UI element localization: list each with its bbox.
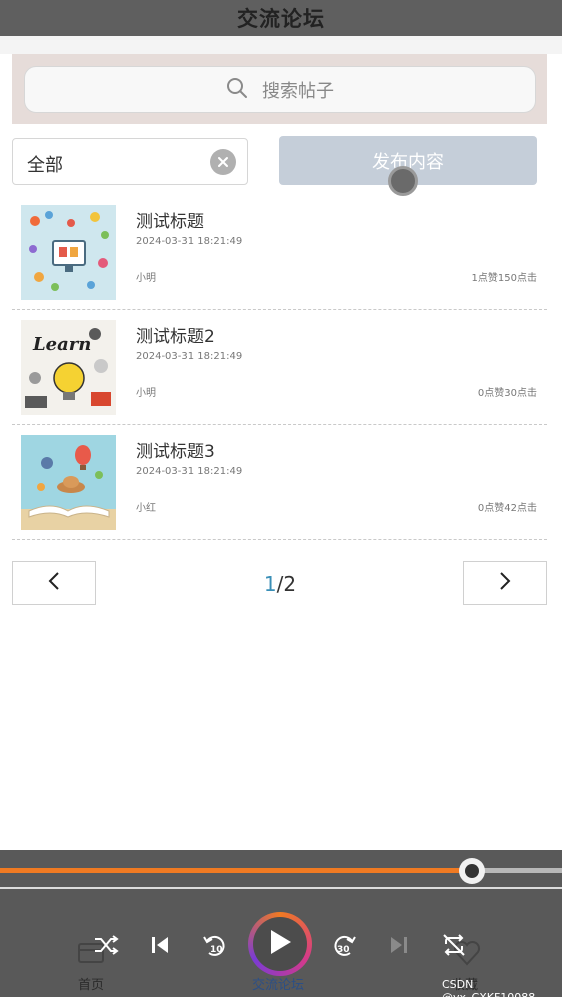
category-select[interactable]: 全部 <box>12 138 248 185</box>
header-strip <box>0 36 562 54</box>
svg-text:10: 10 <box>210 945 223 955</box>
post-stats: 0点赞42点击 <box>477 503 537 514</box>
post-title[interactable]: 测试标题2 <box>136 322 215 347</box>
post-title[interactable]: 测试标题3 <box>136 437 215 462</box>
post-thumbnail[interactable] <box>21 435 116 530</box>
shuffle-icon[interactable] <box>91 930 121 960</box>
overlay-divider <box>0 887 562 889</box>
post-stats: 1点赞150点击 <box>471 273 537 284</box>
nav-forum[interactable]: 交流论坛 <box>252 974 304 993</box>
post-stats: 0点赞30点击 <box>477 388 537 399</box>
current-page: 1 <box>263 572 277 596</box>
chevron-right-icon <box>498 570 512 596</box>
rewind-10-icon[interactable]: 10 <box>200 930 230 960</box>
post-title[interactable]: 测试标题 <box>136 207 204 232</box>
skip-previous-icon[interactable] <box>145 930 175 960</box>
clear-icon[interactable] <box>210 149 236 175</box>
post-thumbnail[interactable] <box>21 205 116 300</box>
search-icon <box>226 77 248 103</box>
skip-next-icon[interactable] <box>384 930 414 960</box>
total-pages: /2 <box>276 572 297 596</box>
chevron-left-icon <box>47 570 61 596</box>
post-time: 2024-03-31 18:21:49 <box>136 466 243 477</box>
search-placeholder: 搜索帖子 <box>262 80 334 102</box>
post-author: 小红 <box>136 503 156 514</box>
list-item[interactable]: 测试标题3 2024-03-31 18:21:49 小红 0点赞42点击 <box>12 425 547 540</box>
list-item[interactable]: 测试标题 2024-03-31 18:21:49 小明 1点赞150点击 <box>12 195 547 310</box>
watermark: CSDN @vx_CXKF10088 <box>442 978 535 997</box>
play-icon <box>267 928 293 960</box>
app-screen: 交流论坛 搜索帖子 全部 发布内容 测试标题 2024-03-31 18:21:… <box>0 0 562 997</box>
post-thumbnail[interactable]: Learn <box>21 320 116 415</box>
play-button[interactable] <box>248 912 312 976</box>
svg-text:Learn: Learn <box>32 334 91 355</box>
page-indicator: 1/2 <box>240 572 320 596</box>
next-page-button[interactable] <box>463 561 547 605</box>
post-author: 小明 <box>136 388 156 399</box>
nav-home[interactable]: 首页 <box>78 974 104 993</box>
repeat-off-icon[interactable] <box>439 930 469 960</box>
page-title: 交流论坛 <box>237 7 325 31</box>
top-bar: 交流论坛 <box>0 0 562 36</box>
category-selected-value: 全部 <box>27 155 63 176</box>
post-time: 2024-03-31 18:21:49 <box>136 236 243 247</box>
seek-bar-progress <box>0 868 473 873</box>
svg-text:30: 30 <box>337 945 350 955</box>
post-author: 小明 <box>136 273 156 284</box>
seek-handle[interactable] <box>459 858 486 884</box>
prev-page-button[interactable] <box>12 561 96 605</box>
search-input[interactable]: 搜索帖子 <box>24 66 536 113</box>
touch-indicator <box>388 166 418 196</box>
post-time: 2024-03-31 18:21:49 <box>136 351 243 362</box>
post-list: 测试标题 2024-03-31 18:21:49 小明 1点赞150点击 Lea… <box>12 195 547 540</box>
forward-30-icon[interactable]: 30 <box>329 930 359 960</box>
list-item[interactable]: Learn 测试标题2 2024-03-31 18:21:49 小明 0点赞30… <box>12 310 547 425</box>
search-area: 搜索帖子 <box>12 54 547 124</box>
